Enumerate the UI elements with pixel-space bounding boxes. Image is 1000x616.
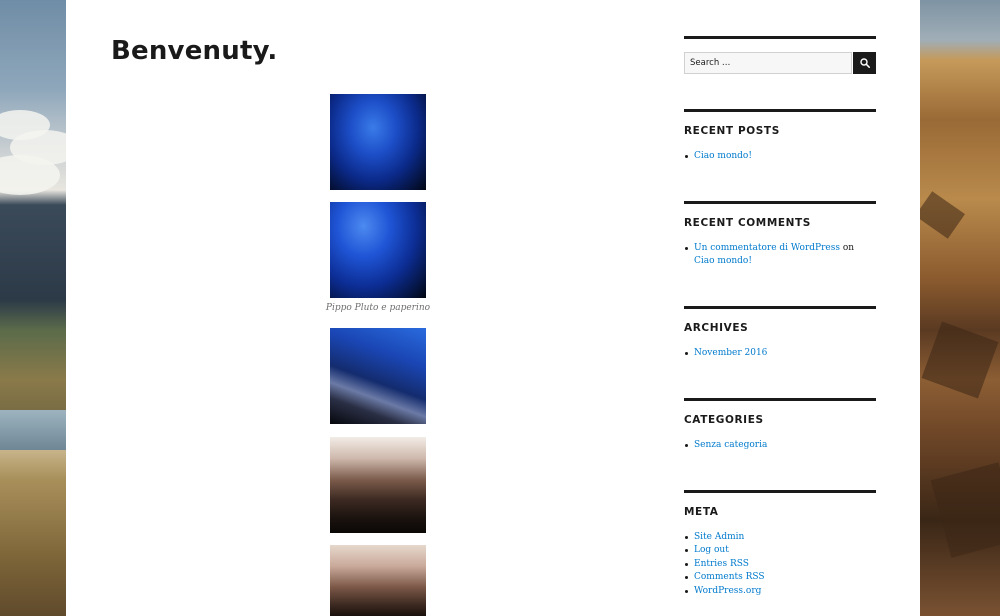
sidebar: RECENT POSTS Ciao mondo! RECENT COMMENTS…	[684, 0, 876, 616]
main-content-panel: Benvenuty. Pippo Pluto e paperino RECENT…	[66, 0, 920, 616]
meta-widget: META Site Admin Log out Entries RSS Comm…	[684, 490, 876, 598]
widget-title: RECENT COMMENTS	[684, 217, 811, 229]
archives-widget: ARCHIVES November 2016	[684, 306, 876, 360]
list-item: Site Admin	[685, 531, 876, 544]
search-form	[684, 52, 876, 74]
list-item: Ciao mondo!	[685, 150, 876, 163]
gallery-image[interactable]	[330, 328, 426, 424]
meta-link-site-admin[interactable]: Site Admin	[694, 532, 744, 542]
meta-link-wordpress-org[interactable]: WordPress.org	[694, 586, 761, 596]
comment-post-link[interactable]: Ciao mondo!	[694, 256, 752, 266]
search-icon	[859, 58, 870, 68]
recent-posts-widget: RECENT POSTS Ciao mondo!	[684, 109, 876, 163]
archive-link[interactable]: November 2016	[694, 348, 767, 358]
gallery-image[interactable]	[330, 437, 426, 533]
gallery-image[interactable]	[330, 545, 426, 616]
meta-link-comments-rss[interactable]: Comments RSS	[694, 572, 765, 582]
list-item: WordPress.org	[685, 585, 876, 598]
category-link[interactable]: Senza categoria	[694, 440, 767, 450]
search-widget	[684, 36, 876, 74]
meta-list: Site Admin Log out Entries RSS Comments …	[684, 531, 876, 598]
gallery-image[interactable]	[330, 94, 426, 190]
recent-posts-list: Ciao mondo!	[684, 150, 876, 163]
list-item: Un commentatore di WordPress on Ciao mon…	[685, 242, 876, 269]
meta-link-entries-rss[interactable]: Entries RSS	[694, 559, 749, 569]
widget-title: META	[684, 506, 719, 518]
list-item: Senza categoria	[685, 439, 876, 452]
recent-comments-list: Un commentatore di WordPress on Ciao mon…	[684, 242, 876, 269]
search-button[interactable]	[853, 52, 876, 74]
categories-list: Senza categoria	[684, 439, 876, 452]
widget-title: CATEGORIES	[684, 414, 764, 426]
recent-post-link[interactable]: Ciao mondo!	[694, 151, 752, 161]
gallery-image[interactable]	[330, 202, 426, 298]
page-title: Benvenuty.	[111, 36, 278, 66]
background-landscape-left	[0, 0, 66, 616]
list-item: Comments RSS	[685, 571, 876, 584]
gallery-caption: Pippo Pluto e paperino	[325, 303, 431, 313]
comment-on-text: on	[842, 243, 855, 253]
comment-author-link[interactable]: Un commentatore di WordPress	[694, 243, 840, 253]
recent-comments-widget: RECENT COMMENTS Un commentatore di WordP…	[684, 201, 876, 269]
search-input[interactable]	[684, 52, 852, 74]
categories-widget: CATEGORIES Senza categoria	[684, 398, 876, 452]
widget-title: ARCHIVES	[684, 322, 749, 334]
archives-list: November 2016	[684, 347, 876, 360]
meta-link-log-out[interactable]: Log out	[694, 545, 729, 555]
widget-title: RECENT POSTS	[684, 125, 780, 137]
list-item: Log out	[685, 544, 876, 557]
background-landscape-right	[920, 0, 1000, 616]
list-item: Entries RSS	[685, 558, 876, 571]
list-item: November 2016	[685, 347, 876, 360]
